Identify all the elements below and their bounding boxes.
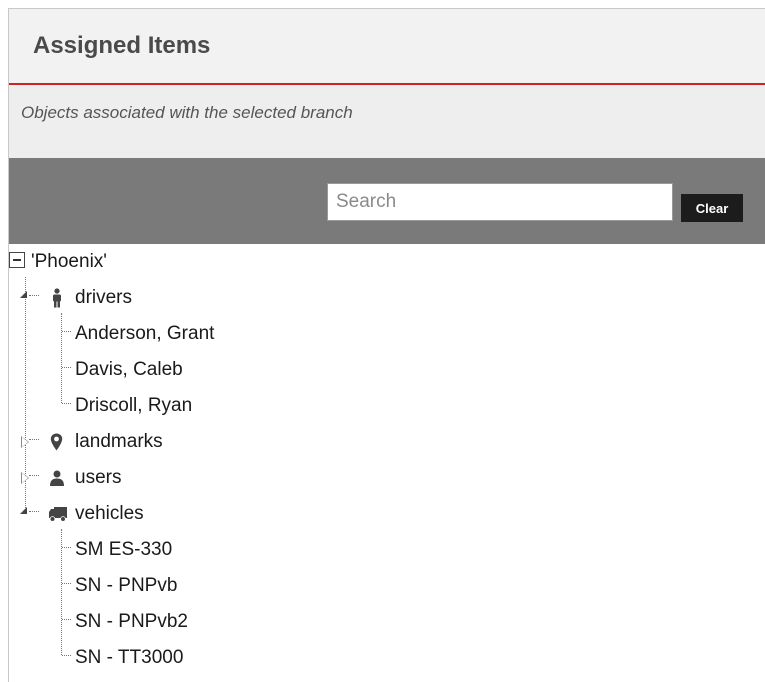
assigned-items-tree: 'Phoenix' drivers Anderson, Grant Davis,… bbox=[9, 244, 765, 674]
expanded-arrow-icon[interactable] bbox=[20, 291, 27, 298]
tree-group-users[interactable]: users bbox=[9, 460, 309, 496]
collapsed-arrow-fill bbox=[22, 437, 28, 447]
search-toolbar: Clear bbox=[9, 158, 765, 244]
assigned-items-panel: Assigned Items Objects associated with t… bbox=[8, 8, 765, 682]
tree-item-label: SN - PNPvb2 bbox=[75, 611, 188, 632]
panel-title: Assigned Items bbox=[33, 32, 211, 59]
collapsed-arrow-fill bbox=[22, 473, 28, 483]
clear-button[interactable]: Clear bbox=[681, 194, 743, 222]
tree-item-label: SM ES-330 bbox=[75, 539, 173, 560]
tree-group-label: drivers bbox=[75, 287, 133, 308]
tree-item[interactable]: SN - PNPvb2 bbox=[9, 604, 309, 640]
search-input[interactable] bbox=[327, 183, 673, 221]
expanded-arrow-icon[interactable] bbox=[20, 507, 27, 514]
user-icon bbox=[50, 470, 64, 486]
tree-group-vehicles[interactable]: vehicles bbox=[9, 496, 309, 532]
tree-item-label: Driscoll, Ryan bbox=[75, 395, 193, 416]
panel-header: Assigned Items bbox=[9, 9, 765, 85]
tree-group-label: landmarks bbox=[75, 431, 163, 452]
tree-root-label: 'Phoenix' bbox=[31, 251, 107, 272]
tree-group-label: vehicles bbox=[75, 503, 144, 524]
tree-item[interactable]: Driscoll, Ryan bbox=[9, 388, 309, 424]
tree-item[interactable]: Anderson, Grant bbox=[9, 316, 309, 352]
person-icon bbox=[53, 288, 61, 308]
tree-item-label: SN - TT3000 bbox=[75, 647, 184, 668]
tree-item[interactable]: SN - PNPvb bbox=[9, 568, 309, 604]
tree-item-label: SN - PNPvb bbox=[75, 575, 178, 596]
tree-item[interactable]: SM ES-330 bbox=[9, 532, 309, 568]
truck-icon bbox=[49, 507, 67, 522]
tree-item[interactable]: Davis, Caleb bbox=[9, 352, 309, 388]
tree-root-node[interactable]: 'Phoenix' bbox=[9, 244, 309, 280]
tree-group-drivers[interactable]: drivers bbox=[9, 280, 309, 316]
tree-group-landmarks[interactable]: landmarks bbox=[9, 424, 309, 460]
tree-group-label: users bbox=[75, 467, 122, 488]
panel-subtitle: Objects associated with the selected bra… bbox=[21, 103, 353, 122]
collapse-icon[interactable] bbox=[9, 252, 25, 268]
tree-item-label: Anderson, Grant bbox=[75, 323, 215, 344]
map-pin-icon bbox=[50, 433, 63, 451]
subtitle-bar: Objects associated with the selected bra… bbox=[9, 85, 765, 158]
tree-item-label: Davis, Caleb bbox=[75, 359, 183, 380]
tree-item[interactable]: SN - TT3000 bbox=[9, 640, 309, 676]
